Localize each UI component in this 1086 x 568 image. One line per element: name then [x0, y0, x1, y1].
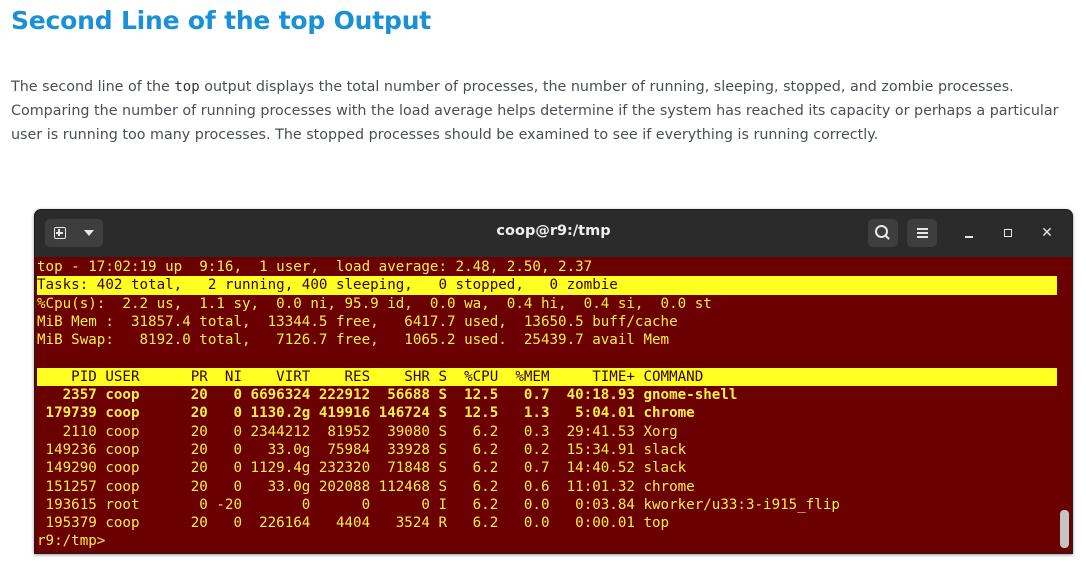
- terminal-screen[interactable]: top - 17:02:19 up 9:16, 1 user, load ave…: [37, 258, 1057, 553]
- minimize-icon[interactable]: [960, 224, 978, 242]
- process-row: 179739 coop 20 0 1130.2g 419916 146724 S…: [37, 405, 695, 422]
- paragraph-text-start: The second line of the: [11, 79, 175, 96]
- process-row: 151257 coop 20 0 33.0g 202088 112468 S 6…: [37, 478, 695, 495]
- cpu-line: %Cpu(s): 2.2 us, 1.1 sy, 0.0 ni, 95.9 id…: [37, 295, 712, 312]
- close-icon[interactable]: ✕: [1038, 224, 1056, 242]
- process-row: 2357 coop 20 0 6696324 222912 56688 S 12…: [37, 387, 738, 404]
- terminal-window: coop@r9:/tmp ✕ top - 17:02:19 up 9:16, 1…: [34, 209, 1073, 554]
- process-table-header: PID USER PR NI VIRT RES SHR S %CPU %MEM …: [37, 367, 1057, 387]
- process-row: 149290 coop 20 0 1129.4g 232320 71848 S …: [37, 460, 687, 477]
- inline-code-top: top: [174, 79, 200, 96]
- process-row: 149236 coop 20 0 33.0g 75984 33928 S 6.2…: [37, 441, 687, 458]
- maximize-icon[interactable]: [999, 224, 1017, 242]
- terminal-scrollbar[interactable]: [1060, 510, 1069, 548]
- hamburger-menu-icon[interactable]: [907, 219, 937, 247]
- shell-prompt[interactable]: r9:/tmp>: [37, 532, 1057, 550]
- article-paragraph: The second line of the top output displa…: [11, 75, 1086, 147]
- terminal-titlebar[interactable]: coop@r9:/tmp ✕: [35, 210, 1072, 257]
- process-row: 195379 coop 20 0 226164 4404 3524 R 6.2 …: [37, 515, 670, 532]
- uptime-line: top - 17:02:19 up 9:16, 1 user, load ave…: [37, 259, 593, 275]
- process-row: 2110 coop 20 0 2344212 81952 39080 S 6.2…: [37, 423, 678, 440]
- search-icon[interactable]: [868, 219, 898, 247]
- mem-line: MiB Mem : 31857.4 total, 13344.5 free, 6…: [37, 313, 678, 330]
- process-row: 193615 root 0 -20 0 0 0 I 6.2 0.0 0:03.8…: [37, 496, 840, 513]
- tasks-line: Tasks: 402 total, 2 running, 400 sleepin…: [37, 276, 1057, 295]
- page-title: Second Line of the top Output: [11, 6, 432, 35]
- swap-line: MiB Swap: 8192.0 total, 7126.7 free, 106…: [37, 332, 670, 349]
